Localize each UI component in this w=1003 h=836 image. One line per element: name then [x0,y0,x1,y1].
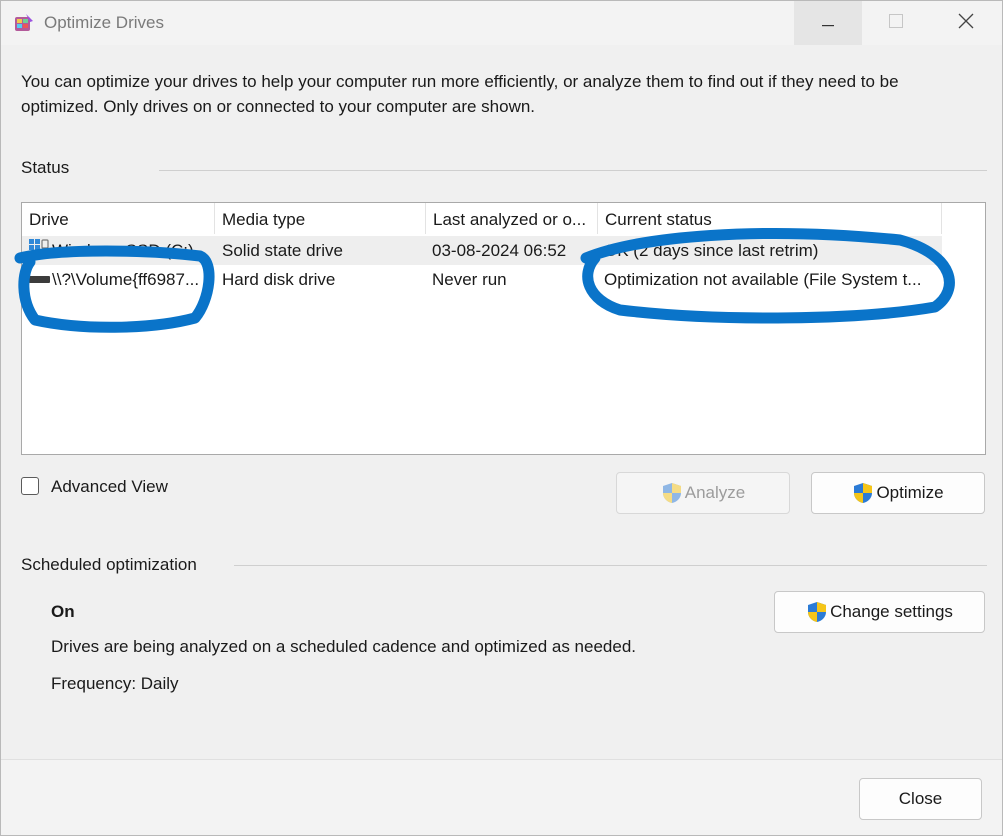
scheduled-section-label: Scheduled optimization [21,555,197,574]
uac-shield-icon [661,482,683,504]
status-section-label: Status [21,158,70,177]
column-header-last-analyzed[interactable]: Last analyzed or o... [426,203,598,234]
title-bar[interactable]: Optimize Drives [1,1,1002,45]
maximize-icon [889,13,903,33]
advanced-view-checkbox[interactable] [21,477,39,495]
minimize-button[interactable] [794,1,862,45]
drive-media-type: Hard disk drive [222,270,336,289]
drive-name: Windows SSD (C:) [52,241,194,260]
status-divider [159,170,987,171]
analyze-button-label: Analyze [684,483,746,502]
drive-current-status: OK (2 days since last retrim) [604,241,819,260]
optimize-drives-window: Optimize Drives You can optimize your dr… [0,0,1003,836]
advanced-view-label[interactable]: Advanced View [51,477,168,497]
column-header-current-status[interactable]: Current status [598,203,942,234]
drive-name: \\?\Volume{ff6987... [52,270,200,289]
drive-row[interactable]: \\?\Volume{ff6987... Hard disk drive Nev… [22,265,942,294]
uac-shield-icon [806,601,828,623]
scheduled-divider [234,565,987,566]
close-window-button[interactable] [932,1,1000,45]
change-settings-button[interactable]: Change settings [774,591,985,633]
column-header-drive[interactable]: Drive [22,203,215,234]
minimize-icon [822,14,834,32]
optimize-button-label: Optimize [876,483,944,502]
drive-row[interactable]: Windows SSD (C:) Solid state drive 03-08… [22,236,942,265]
dialog-footer [1,759,1002,835]
close-button-label: Close [898,789,943,808]
schedule-frequency: Frequency: Daily [51,674,179,693]
analyze-button[interactable]: Analyze [616,472,790,514]
uac-shield-icon [852,482,874,504]
drive-last-analyzed: 03-08-2024 06:52 [432,241,567,260]
schedule-state: On [51,602,75,621]
column-header-media-type[interactable]: Media type [215,203,426,234]
close-icon [958,13,974,34]
hard-disk-icon [29,273,51,291]
intro-text: You can optimize your drives to help you… [21,72,899,116]
window-title: Optimize Drives [44,13,164,32]
drive-current-status: Optimization not available (File System … [604,270,922,289]
close-button[interactable]: Close [859,778,982,820]
change-settings-label: Change settings [830,602,953,621]
schedule-description: Drives are being analyzed on a scheduled… [51,637,637,656]
optimize-button[interactable]: Optimize [811,472,985,514]
maximize-button[interactable] [862,1,930,45]
windows-drive-icon [29,238,51,265]
drives-list-header: Drive Media type Last analyzed or o... C… [22,203,942,234]
drives-list[interactable]: Drive Media type Last analyzed or o... C… [21,202,986,455]
defrag-app-icon [14,13,34,33]
drive-last-analyzed: Never run [432,270,507,289]
drive-media-type: Solid state drive [222,241,343,260]
